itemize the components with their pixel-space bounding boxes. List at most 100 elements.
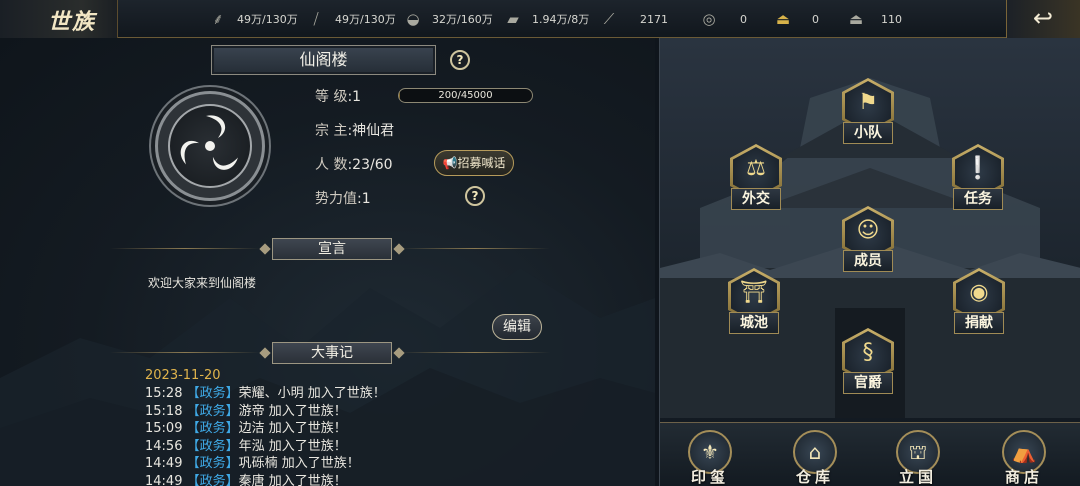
members-value: :23/60 — [347, 157, 393, 173]
found-state-label: 立国 — [898, 468, 937, 486]
level-exp-bar: 200/45000 — [398, 88, 533, 103]
divider-left — [110, 248, 260, 249]
help-glyph: ? — [456, 53, 464, 67]
power-label: 势力值 — [315, 191, 357, 207]
seal-label: 印玺 — [690, 468, 729, 486]
clan-name-plate: 仙阁楼 — [211, 45, 436, 75]
clan-name: 仙阁楼 — [299, 50, 348, 69]
events-header: 大事记 — [110, 342, 550, 364]
event-tag: 【政务】 — [186, 438, 239, 454]
tasks-label: 任务 — [953, 188, 1003, 210]
resource-bar: 世族 ⸙ 49万/130万 ⧸ 49万/130万 ◒ 32万/160万 ▰ 1.… — [0, 0, 1080, 38]
diplomacy-button[interactable]: ⚖ 外交 — [726, 144, 786, 212]
rank-button[interactable]: § 官爵 — [838, 328, 898, 396]
event-time: 15:28 — [145, 386, 183, 401]
event-text: 荣耀、小明 加入了世族！ — [238, 386, 386, 401]
power-help-icon[interactable]: ? — [465, 186, 485, 206]
logo-text: 世族 — [48, 9, 97, 35]
city-label: 城池 — [729, 312, 779, 334]
dragon-icon: § — [862, 340, 874, 365]
level-exp-text: 200/45000 — [438, 90, 493, 101]
event-text: 秦唐 加入了世族！ — [238, 473, 347, 486]
shop-button[interactable]: ⛺ 商店 — [994, 430, 1054, 486]
donate-button[interactable]: ◉ 捐献 — [949, 268, 1009, 336]
resource-stone-value: 32万/160万 — [432, 13, 493, 26]
members-func-label: 成员 — [843, 250, 893, 272]
resource-coin-value: 0 — [740, 12, 747, 26]
rank-label: 官爵 — [843, 372, 893, 394]
back-arrow-icon: ↩ — [1033, 4, 1054, 32]
resource-token: ⟋ 2171 — [598, 0, 668, 38]
seal-button[interactable]: ⚜ 印玺 — [680, 430, 740, 486]
event-text: 边洁 加入了世族！ — [238, 421, 347, 436]
level-label: 等 级 — [315, 89, 348, 105]
event-time: 14:49 — [145, 473, 183, 486]
iron-icon: ▰ — [507, 10, 519, 28]
donate-label: 捐献 — [954, 312, 1004, 334]
warehouse-label: 仓库 — [795, 468, 834, 486]
token-icon: ⟋ — [603, 10, 615, 28]
event-entry: 15:09 【政务】边洁 加入了世族！ — [145, 420, 386, 438]
event-text: 游帝 加入了世族！ — [238, 403, 347, 419]
people-icon: ☺ — [856, 218, 880, 243]
resource-food-value: 49万/130万 — [237, 13, 298, 26]
power-help-glyph: ? — [471, 189, 479, 203]
resource-silver-value: 110 — [881, 12, 902, 26]
event-time: 14:56 — [145, 438, 183, 454]
manifesto-title: 宣言 — [272, 238, 392, 260]
squad-button[interactable]: ⚑ 小队 — [838, 78, 898, 146]
event-entry: 14:49 【政务】巩砾楠 加入了世族！ — [145, 455, 386, 473]
event-tag: 【政务】 — [186, 386, 239, 401]
event-entry: 14:49 【政务】秦唐 加入了世族！ — [145, 473, 386, 486]
recruit-label: 招募喊话 — [457, 156, 506, 170]
edit-manifesto-button[interactable]: 编辑 — [492, 314, 542, 340]
triskelion-icon — [180, 115, 238, 170]
wood-icon: ⧸ — [313, 10, 319, 28]
stone-icon: ◒ — [406, 10, 420, 28]
flags-icon: ⚑ — [858, 90, 878, 115]
resource-token-value: 2171 — [640, 12, 668, 26]
help-icon[interactable]: ? — [450, 50, 470, 70]
events-title: 大事记 — [272, 342, 392, 364]
silver-ingot-icon: ⏏ — [848, 10, 864, 28]
leader-value: :神仙君 — [347, 123, 395, 139]
members-label: 人 数 — [315, 157, 348, 173]
divider-left — [110, 352, 260, 353]
megaphone-icon: 📢 — [442, 156, 458, 170]
resource-gold: ⏏ 0 — [772, 0, 819, 38]
tasks-button[interactable]: ❕ 任务 — [948, 144, 1008, 212]
event-time: 14:49 — [145, 456, 183, 471]
event-time: 15:18 — [145, 403, 183, 419]
resource-wood-value: 49万/130万 — [335, 13, 396, 26]
event-log: 15:28 【政务】荣耀、小明 加入了世族！ 15:18 【政务】游帝 加入了世… — [145, 385, 386, 486]
event-text: 巩砾楠 加入了世族！ — [238, 456, 360, 471]
city-button[interactable]: ⛩ 城池 — [724, 268, 784, 336]
resource-coin: ◎ 0 — [698, 0, 747, 38]
event-entry: 14:56 【政务】年泓 加入了世族！ — [145, 438, 386, 456]
event-tag: 【政务】 — [186, 473, 239, 486]
resource-iron: ▰ 1.94万/8万 — [502, 0, 589, 38]
gold-ingot-icon: ⏏ — [775, 10, 791, 28]
members-button[interactable]: ☺ 成员 — [838, 206, 898, 274]
resource-stone: ◒ 32万/160万 — [402, 0, 493, 38]
clan-info-panel: 仙阁楼 ? 等 级:1 200/45000 宗 主:神仙君 人 数:23/60 — [0, 38, 655, 486]
resource-iron-value: 1.94万/8万 — [532, 13, 590, 26]
event-tag: 【政务】 — [186, 421, 239, 436]
level-row: 等 级:1 — [315, 86, 361, 106]
back-button[interactable]: ↩ — [1006, 0, 1080, 38]
clan-emblem — [155, 91, 265, 201]
wheat-icon: ⸙ — [212, 10, 224, 28]
scroll-icon: ⚖ — [746, 156, 766, 181]
power-value: :1 — [357, 191, 371, 207]
castle-icon: ⛩ — [740, 280, 768, 305]
manifesto-text: 欢迎大家来到仙阁楼 — [148, 276, 257, 290]
recruit-shout-button[interactable]: 📢招募喊话 — [434, 150, 514, 176]
found-state-button[interactable]: ⛫ 立国 — [888, 430, 948, 486]
clan-logo: 世族 — [0, 0, 118, 38]
event-text: 年泓 加入了世族！ — [238, 438, 347, 454]
event-date: 2023-11-20 — [145, 368, 221, 383]
notice-icon: ❕ — [964, 156, 992, 181]
event-entry: 15:18 【政务】游帝 加入了世族！ — [145, 403, 386, 421]
warehouse-button[interactable]: ⌂ 仓库 — [785, 430, 845, 486]
leader-row: 宗 主:神仙君 — [315, 120, 394, 140]
